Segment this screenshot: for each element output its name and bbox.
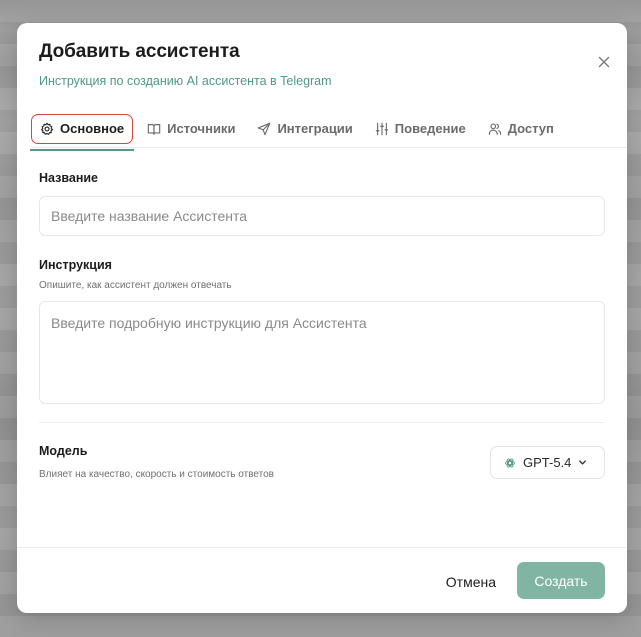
add-assistant-dialog: Добавить ассистента Инструкция по создан… — [17, 23, 627, 613]
model-label: Модель — [39, 444, 88, 458]
dialog-header: Добавить ассистента Инструкция по создан… — [39, 41, 605, 88]
tab-access-label: Доступ — [507, 121, 554, 136]
instruction-label: Инструкция — [39, 258, 112, 272]
name-input[interactable] — [39, 196, 605, 236]
tab-access[interactable]: Доступ — [480, 114, 562, 144]
instruction-hint: Опишите, как ассистент должен отвечать — [39, 280, 232, 291]
tab-behavior[interactable]: Поведение — [367, 114, 474, 144]
gear-icon — [41, 122, 53, 135]
model-selected-value: GPT-5.4 — [523, 455, 572, 470]
telegram-guide-link[interactable]: Инструкция по созданию AI ассистента в T… — [39, 74, 605, 88]
tab-behavior-label: Поведение — [394, 121, 466, 136]
footer-divider — [17, 547, 627, 548]
chevron-down-icon — [578, 458, 587, 467]
instruction-textarea[interactable] — [39, 301, 605, 404]
section-divider — [39, 422, 605, 423]
tab-bar: Основное Источники Интеграции Поведение — [29, 110, 627, 151]
tab-basic-label: Основное — [60, 121, 125, 136]
users-icon — [488, 123, 501, 135]
send-icon — [258, 122, 271, 135]
tab-integrations[interactable]: Интеграции — [249, 114, 360, 144]
tab-integrations-label: Интеграции — [277, 121, 353, 136]
book-icon — [147, 123, 161, 135]
dialog-title: Добавить ассистента — [39, 41, 240, 62]
tab-basic[interactable]: Основное — [29, 113, 135, 151]
close-icon — [598, 56, 610, 68]
openai-icon — [504, 457, 516, 469]
model-select[interactable]: GPT-5.4 — [490, 446, 605, 479]
name-label: Название — [39, 171, 99, 185]
tab-sources[interactable]: Источники — [139, 114, 243, 144]
model-hint: Влияет на качество, скорость и стоимость… — [39, 469, 274, 480]
cancel-button[interactable]: Отмена — [446, 564, 496, 600]
close-button[interactable] — [595, 53, 613, 71]
create-button[interactable]: Создать — [517, 562, 605, 599]
sliders-icon — [375, 122, 389, 135]
tab-sources-label: Источники — [167, 121, 236, 136]
